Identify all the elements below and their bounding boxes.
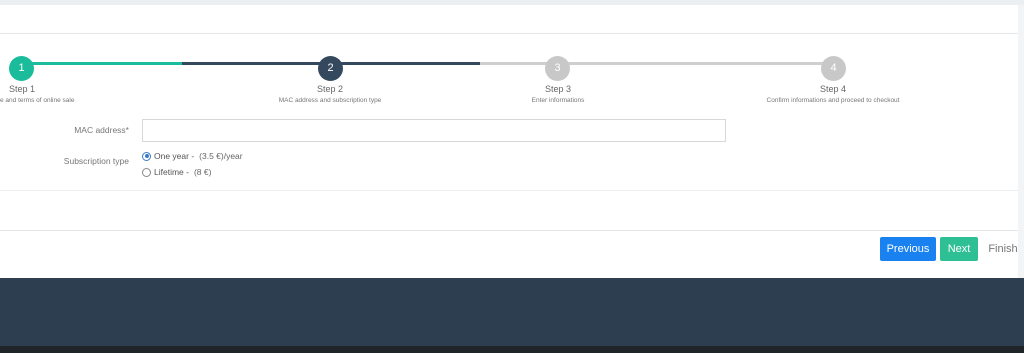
- next-button[interactable]: Next: [940, 237, 978, 261]
- step-1-circle[interactable]: 1: [9, 56, 34, 81]
- step-4-title: Step 4: [819, 84, 847, 94]
- divider: [0, 190, 1018, 191]
- option-price: (8 €): [193, 167, 212, 177]
- option-one-year[interactable]: One year - (3.5 €)/year: [142, 151, 243, 161]
- option-label: One year -: [154, 151, 195, 161]
- mac-address-label: MAC address*: [74, 125, 129, 135]
- step-2-title: Step 2: [316, 84, 344, 94]
- step-3-title: Step 3: [544, 84, 572, 94]
- option-lifetime[interactable]: Lifetime - (8 €): [142, 167, 211, 177]
- step-2-desc: MAC address and subscription type: [278, 97, 382, 104]
- footer: [0, 278, 1024, 353]
- step-4-circle[interactable]: 4: [821, 56, 846, 81]
- step-2-circle[interactable]: 2: [318, 56, 343, 81]
- progress-track-todo: [480, 62, 830, 65]
- step-4-desc: Confirm informations and proceed to chec…: [766, 97, 900, 104]
- finish-button[interactable]: Finish: [983, 237, 1023, 261]
- footer-bottom-bar: [0, 346, 1024, 353]
- subscription-type-label: Subscription type: [63, 156, 129, 166]
- progress-track-done: [22, 62, 182, 65]
- radio-checked-icon[interactable]: [142, 151, 151, 161]
- option-price: (3.5 €)/year: [199, 151, 243, 161]
- divider: [0, 230, 1018, 231]
- step-1-title: Step 1: [8, 84, 36, 94]
- option-label: Lifetime -: [154, 167, 189, 177]
- divider: [0, 33, 1018, 34]
- radio-unchecked-icon[interactable]: [142, 167, 151, 177]
- previous-button[interactable]: Previous: [880, 237, 936, 261]
- step-3-desc: Enter informations: [531, 97, 585, 104]
- mac-address-input[interactable]: [142, 119, 726, 142]
- page: 1 2 3 4 Step 1 Step 2 Step 3 Step 4 e an…: [0, 0, 1024, 353]
- step-3-circle[interactable]: 3: [545, 56, 570, 81]
- step-1-desc: e and terms of online sale: [0, 97, 75, 104]
